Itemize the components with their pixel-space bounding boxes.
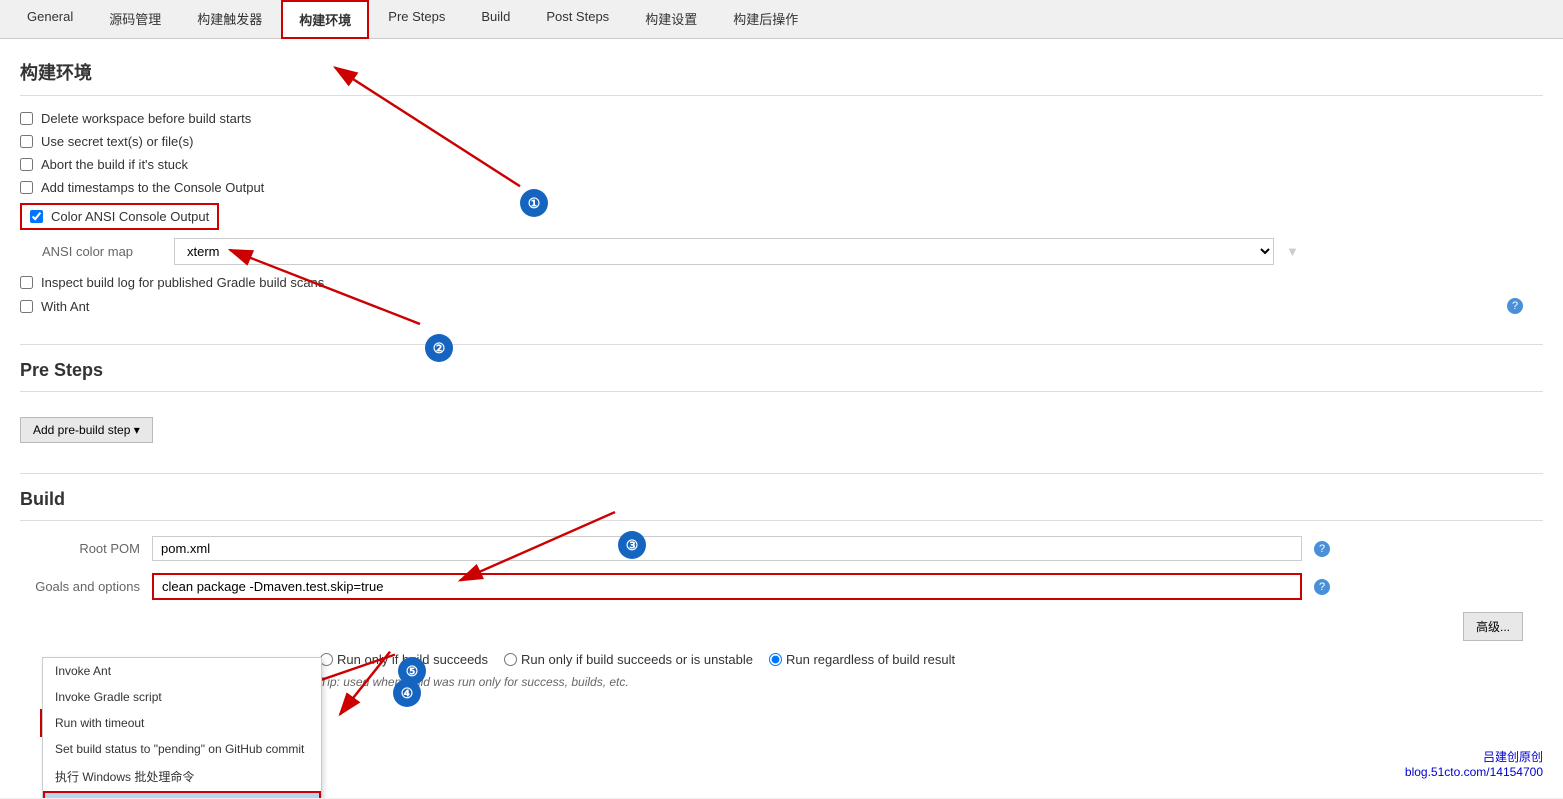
nav-tabs: General 源码管理 构建触发器 构建环境 Pre Steps Build …: [0, 0, 1563, 39]
ansi-color-map-select[interactable]: xterm vga css: [174, 238, 1274, 265]
post-build-area: Run only if build succeeds Run only if b…: [320, 652, 1543, 689]
tab-post-build[interactable]: 构建后操作: [716, 0, 815, 38]
checkbox-with-ant: With Ant ?: [20, 298, 1543, 314]
checkbox-gradle-scans-label: Inspect build log for published Gradle b…: [41, 275, 324, 290]
tab-pre-steps[interactable]: Pre Steps: [371, 0, 462, 38]
tab-build-env[interactable]: 构建环境: [281, 0, 369, 39]
goals-input[interactable]: [152, 573, 1302, 600]
checkbox-color-ansi-label: Color ANSI Console Output: [51, 209, 209, 224]
radio-unstable[interactable]: [504, 653, 517, 666]
tab-trigger[interactable]: 构建触发器: [180, 0, 279, 38]
goals-help-icon[interactable]: ?: [1314, 579, 1330, 595]
checkbox-secret-text-label: Use secret text(s) or file(s): [41, 134, 193, 149]
pre-steps-title: Pre Steps: [20, 360, 1543, 392]
checkbox-delete-workspace: Delete workspace before build starts: [20, 111, 1543, 126]
pre-steps-section: Pre Steps Add pre-build step ▾: [20, 344, 1543, 443]
checkbox-delete-workspace-input[interactable]: [20, 112, 33, 125]
radio-unstable-label[interactable]: Run only if build succeeds or is unstabl…: [504, 652, 753, 667]
add-pre-build-step-label: Add pre-build step ▾: [33, 423, 140, 437]
checkbox-secret-text-input[interactable]: [20, 135, 33, 148]
tab-build-settings[interactable]: 构建设置: [628, 0, 714, 38]
dropdown-item-run-timeout[interactable]: Run with timeout: [43, 710, 321, 736]
checkbox-abort-stuck: Abort the build if it's stuck: [20, 157, 1543, 172]
root-pom-help-icon[interactable]: ?: [1314, 541, 1330, 557]
checkbox-with-ant-label: With Ant: [41, 299, 89, 314]
checkbox-color-ansi-input[interactable]: [30, 210, 43, 223]
build-title: Build: [20, 489, 1543, 521]
checkbox-color-ansi-container: Color ANSI Console Output: [20, 203, 219, 230]
checkbox-gradle-scans-input[interactable]: [20, 276, 33, 289]
post-build-note: Tip: used when build was run only for su…: [320, 675, 1543, 689]
checkbox-abort-stuck-input[interactable]: [20, 158, 33, 171]
root-pom-label: Root POM: [20, 541, 140, 556]
ansi-color-map-label: ANSI color map: [42, 244, 162, 259]
root-pom-input[interactable]: [152, 536, 1302, 561]
advanced-button[interactable]: 高级...: [1463, 612, 1523, 641]
dropdown-menu: Invoke Ant Invoke Gradle script Run with…: [42, 657, 322, 798]
checkbox-with-ant-input[interactable]: [20, 300, 33, 313]
dropdown-item-execute-shell[interactable]: 执行 shell: [43, 791, 321, 798]
checkbox-timestamps-label: Add timestamps to the Console Output: [41, 180, 264, 195]
add-pre-build-step-button[interactable]: Add pre-build step ▾: [20, 417, 153, 443]
checkbox-gradle-scans: Inspect build log for published Gradle b…: [20, 275, 1543, 290]
dropdown-item-invoke-ant[interactable]: Invoke Ant: [43, 658, 321, 684]
build-env-title: 构建环境: [20, 59, 1543, 96]
tab-post-steps[interactable]: Post Steps: [529, 0, 626, 38]
checkbox-delete-workspace-label: Delete workspace before build starts: [41, 111, 251, 126]
goals-label: Goals and options: [20, 579, 140, 594]
tab-general[interactable]: General: [10, 0, 90, 38]
radio-succeeds-label[interactable]: Run only if build succeeds: [320, 652, 488, 667]
checkbox-timestamps-input[interactable]: [20, 181, 33, 194]
dropdown-item-invoke-gradle[interactable]: Invoke Gradle script: [43, 684, 321, 710]
checkbox-timestamps: Add timestamps to the Console Output: [20, 180, 1543, 195]
tab-source[interactable]: 源码管理: [92, 0, 178, 38]
radio-regardless[interactable]: [769, 653, 782, 666]
ansi-color-map-row: ANSI color map xterm vga css ▼: [42, 238, 1543, 265]
goals-row: Goals and options ?: [20, 573, 1543, 600]
dropdown-item-set-build-status[interactable]: Set build status to "pending" on GitHub …: [43, 736, 321, 762]
build-section: Build Root POM ? Goals and options ? 高级.…: [20, 473, 1543, 642]
dropdown-item-windows-batch[interactable]: 执行 Windows 批处理命令: [43, 762, 321, 791]
radio-regardless-label[interactable]: Run regardless of build result: [769, 652, 955, 667]
checkbox-abort-stuck-label: Abort the build if it's stuck: [41, 157, 188, 172]
root-pom-row: Root POM ?: [20, 536, 1543, 561]
tab-build[interactable]: Build: [464, 0, 527, 38]
checkbox-secret-text: Use secret text(s) or file(s): [20, 134, 1543, 149]
radio-row: Run only if build succeeds Run only if b…: [320, 652, 1543, 667]
with-ant-help-icon[interactable]: ?: [1507, 298, 1523, 314]
